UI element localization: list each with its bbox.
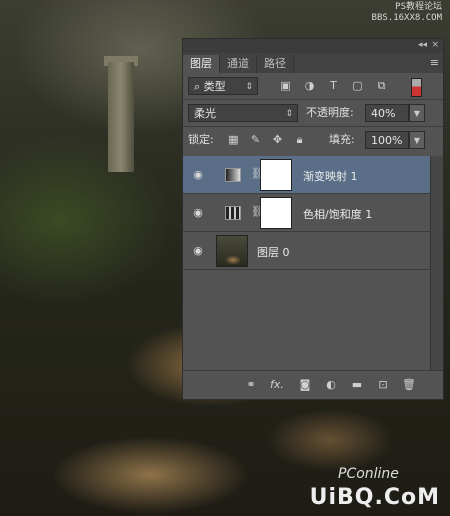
smart-object-filter-icon[interactable]: ⧉ xyxy=(375,79,388,92)
folder-icon[interactable]: ▬ xyxy=(349,378,365,392)
lock-paint-icon[interactable]: ✎ xyxy=(249,133,262,146)
layer-thumbnail[interactable] xyxy=(216,235,248,267)
chevron-updown-icon: ⇕ xyxy=(285,109,293,119)
lock-transparent-icon[interactable]: ▦ xyxy=(227,133,240,146)
watermark-bottom: UiBQ.CoM xyxy=(309,485,440,510)
watermark-top-line1: PS教程论坛 xyxy=(395,2,442,12)
type-filter-icon[interactable]: T xyxy=(327,79,340,92)
watermark-pconline: PConline xyxy=(338,466,399,482)
eye-icon[interactable]: ◉ xyxy=(191,168,205,182)
trash-icon[interactable]: 🗑︎ xyxy=(401,378,417,392)
fill-dropdown-button[interactable]: ▼ xyxy=(409,131,425,149)
hue-saturation-icon xyxy=(225,206,241,220)
adjustment-icon[interactable]: ◐ xyxy=(323,378,339,392)
eye-icon[interactable]: ◉ xyxy=(191,206,205,220)
opacity-label: 不透明度: xyxy=(306,106,354,119)
adjustment-filter-icon[interactable]: ◑ xyxy=(303,79,316,92)
filter-toggle-switch[interactable] xyxy=(411,78,422,97)
opacity-value: 40% xyxy=(371,107,396,120)
blend-mode-select[interactable]: 柔光 ⇕ xyxy=(188,104,298,122)
panel-menu-icon[interactable]: ≡ xyxy=(430,56,439,69)
shape-filter-icon[interactable]: ▢ xyxy=(351,79,364,92)
layer-name: 图层 0 xyxy=(257,246,290,259)
blend-mode-value: 柔光 xyxy=(194,107,216,120)
tab-channels[interactable]: 通道 xyxy=(220,55,257,73)
watermark-top-line2: BBS.16XX8.COM xyxy=(371,13,442,23)
layer-mask-thumbnail[interactable] xyxy=(260,159,292,191)
lock-position-icon[interactable]: ✥ xyxy=(271,133,284,146)
layer-row-hue-saturation[interactable]: ◉ ⛓ 色相/饱和度 1 xyxy=(183,194,433,232)
gradient-map-icon xyxy=(225,168,241,182)
filter-kind-label: 类型 xyxy=(203,80,226,93)
link-icon[interactable]: ⚭ xyxy=(243,378,259,392)
lock-all-icon[interactable]: 🔒︎ xyxy=(293,133,306,146)
new-layer-icon[interactable]: ⊡ xyxy=(375,378,391,392)
close-icon[interactable]: × xyxy=(431,40,439,50)
layers-panel: ◂◂ × 图层 通道 路径 ≡ ⌕ 类型 ⇕ ▣ ◑ T ▢ ⧉ 柔光 ⇕ 不透… xyxy=(182,38,444,400)
panel-footer: ⚭ fx. ◙ ◐ ▬ ⊡ 🗑︎ xyxy=(183,370,443,399)
layer-row-image[interactable]: ◉ 图层 0 xyxy=(183,232,433,270)
collapse-icon[interactable]: ◂◂ xyxy=(418,40,427,50)
search-icon: ⌕ xyxy=(194,80,204,93)
filter-kind-select[interactable]: ⌕ 类型 ⇕ xyxy=(188,77,258,95)
eye-icon[interactable]: ◉ xyxy=(191,244,205,258)
layer-mask-thumbnail[interactable] xyxy=(260,197,292,229)
opacity-dropdown-button[interactable]: ▼ xyxy=(409,104,425,122)
layer-name: 渐变映射 1 xyxy=(303,170,358,183)
tab-paths[interactable]: 路径 xyxy=(257,55,294,73)
fx-icon[interactable]: fx. xyxy=(269,378,285,392)
fill-value: 100% xyxy=(371,134,403,147)
lock-label: 锁定: xyxy=(188,133,214,146)
layer-name: 色相/饱和度 1 xyxy=(303,208,373,221)
tab-layers[interactable]: 图层 xyxy=(183,55,220,73)
opacity-input[interactable]: 40% xyxy=(365,104,409,122)
layer-row-gradient-map[interactable]: ◉ ⛓ 渐变映射 1 xyxy=(183,156,433,194)
chevron-updown-icon: ⇕ xyxy=(245,82,253,92)
fill-label: 填充: xyxy=(329,133,355,146)
layers-list: ◉ ⛓ 渐变映射 1 ◉ ⛓ 色相/饱和度 1 ◉ 图层 0 xyxy=(183,156,433,371)
fill-input[interactable]: 100% xyxy=(365,131,409,149)
watermark-top: PS教程论坛 BBS.16XX8.COM xyxy=(372,2,442,24)
gate-post xyxy=(108,62,134,172)
filter-row: ⌕ 类型 ⇕ ▣ ◑ T ▢ ⧉ xyxy=(183,73,443,99)
panel-tabs: 图层 通道 路径 ≡ xyxy=(183,53,443,73)
layers-scrollbar[interactable] xyxy=(430,156,443,371)
image-filter-icon[interactable]: ▣ xyxy=(279,79,292,92)
lock-row: 锁定: ▦ ✎ ✥ 🔒︎ 填充: 100% ▼ xyxy=(183,127,443,153)
blend-row: 柔光 ⇕ 不透明度: 40% ▼ xyxy=(183,100,443,126)
mask-icon[interactable]: ◙ xyxy=(297,378,313,392)
panel-titlebar[interactable]: ◂◂ × xyxy=(183,39,443,53)
